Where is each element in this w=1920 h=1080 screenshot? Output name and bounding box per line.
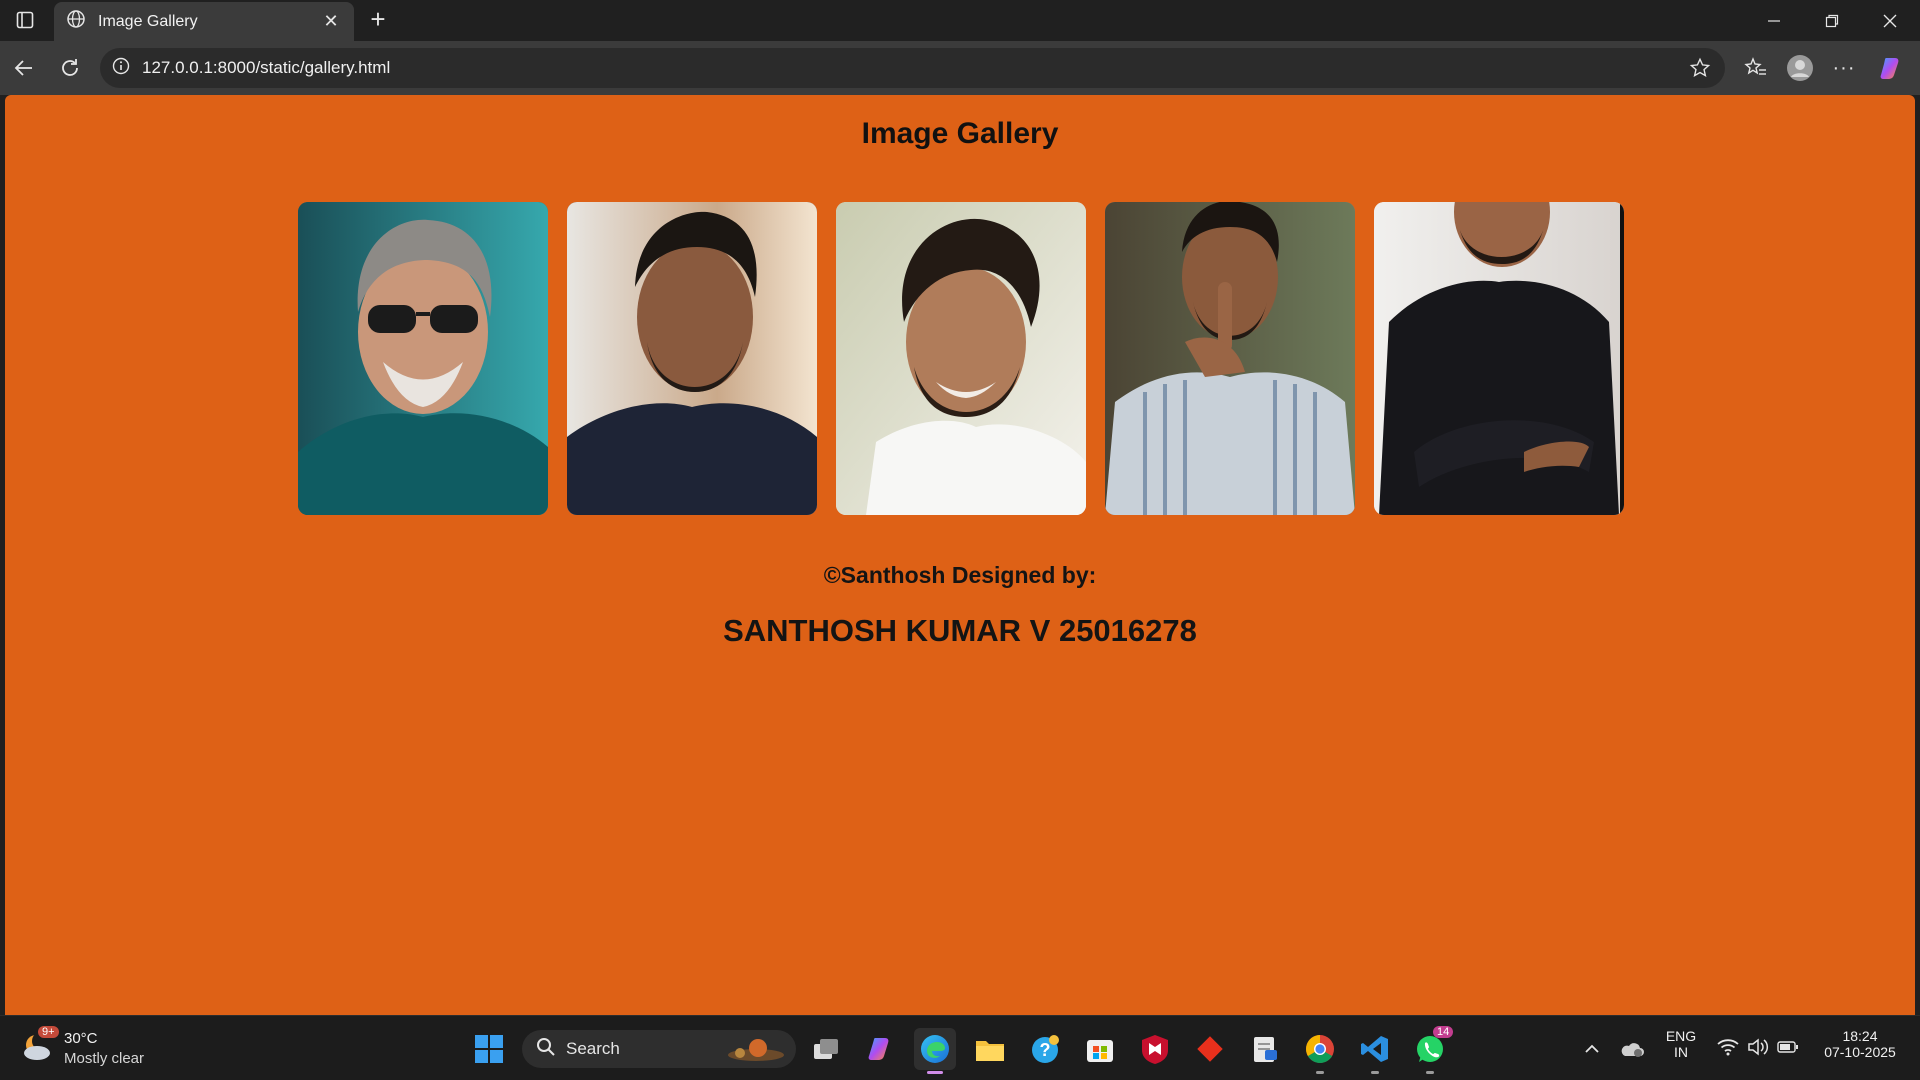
volume-icon (1747, 1037, 1769, 1061)
url-text[interactable]: 127.0.0.1:8000/static/gallery.html (142, 58, 390, 78)
running-app-indicator (1426, 1071, 1434, 1074)
whatsapp-icon[interactable]: 14 (1409, 1026, 1454, 1074)
clock-date: 07-10-2025 (1824, 1044, 1896, 1060)
gallery-image-2[interactable] (567, 202, 817, 515)
file-explorer-icon[interactable] (969, 1028, 1011, 1070)
tab-actions-icon[interactable] (12, 8, 38, 32)
windows-start-icon[interactable] (468, 1028, 510, 1070)
gallery-image-3[interactable] (836, 202, 1086, 515)
gallery-image-5[interactable] (1374, 202, 1624, 515)
git-diamond-icon[interactable] (1189, 1028, 1231, 1070)
quick-settings-tray[interactable] (1708, 1028, 1808, 1070)
image-gallery (298, 202, 1628, 516)
globe-icon (66, 9, 86, 34)
weather-badge: 9+ (38, 1026, 59, 1038)
site-info-icon[interactable] (112, 57, 130, 80)
windows-taskbar: 9+ 30°C Mostly clear Search ? 14 ENG IN … (0, 1015, 1920, 1080)
refresh-icon[interactable] (54, 52, 86, 84)
mcafee-shield-icon[interactable] (1134, 1028, 1176, 1070)
edge-browser-icon[interactable] (914, 1028, 956, 1074)
help-app-icon[interactable]: ? (1024, 1028, 1066, 1070)
back-arrow-icon[interactable] (8, 52, 40, 84)
page-title: Image Gallery (861, 117, 1059, 150)
close-window-icon[interactable] (1861, 0, 1919, 41)
minimize-icon[interactable] (1745, 0, 1803, 41)
copilot-app-icon[interactable] (860, 1028, 902, 1070)
running-app-indicator (1371, 1071, 1379, 1074)
favorite-star-icon[interactable] (1689, 57, 1711, 84)
address-bar[interactable]: 127.0.0.1:8000/static/gallery.html (100, 48, 1725, 88)
active-app-indicator (927, 1071, 943, 1074)
chrome-icon[interactable] (1299, 1028, 1341, 1074)
gallery-image-1[interactable] (298, 202, 548, 515)
favorites-list-icon[interactable] (1740, 52, 1772, 84)
new-tab-button[interactable]: + (364, 6, 392, 34)
search-icon (536, 1037, 556, 1062)
weather-temp: 30°C (64, 1030, 98, 1047)
notepad-icon[interactable] (1244, 1028, 1286, 1070)
weather-widget[interactable]: 9+ 30°C Mostly clear (22, 1026, 182, 1068)
language-indicator[interactable]: ENG IN (1658, 1028, 1704, 1060)
language-code: ENG (1665, 1028, 1697, 1044)
browser-toolbar: 127.0.0.1:8000/static/gallery.html ··· (0, 41, 1920, 95)
more-menu-icon[interactable]: ··· (1828, 52, 1860, 84)
task-view-icon[interactable] (805, 1028, 847, 1070)
whatsapp-badge: 14 (1433, 1026, 1454, 1038)
weather-condition: Mostly clear (64, 1050, 145, 1067)
tab-image-gallery[interactable]: Image Gallery ✕ (54, 2, 354, 41)
search-label: Search (566, 1039, 620, 1058)
running-app-indicator (1316, 1071, 1324, 1074)
microsoft-store-icon[interactable] (1079, 1028, 1121, 1070)
clock[interactable]: 18:24 07-10-2025 (1810, 1028, 1910, 1060)
wifi-icon (1717, 1038, 1739, 1061)
close-tab-icon[interactable]: ✕ (320, 11, 342, 32)
region-code: IN (1674, 1044, 1688, 1060)
restore-icon[interactable] (1803, 0, 1861, 41)
gallery-image-4[interactable] (1105, 202, 1355, 515)
show-hidden-icons-chevron-icon[interactable] (1572, 1028, 1612, 1070)
svg-text:?: ? (1040, 1040, 1051, 1060)
battery-icon (1777, 1040, 1799, 1059)
onedrive-cloud-icon[interactable] (1612, 1028, 1652, 1070)
page-viewport: Image Gallery ©Santhosh Designed by: SAN… (5, 95, 1915, 1015)
profile-avatar-icon[interactable] (1784, 52, 1816, 84)
tab-title: Image Gallery (98, 12, 198, 30)
taskbar-search[interactable]: Search (522, 1030, 796, 1068)
clock-time: 18:24 (1842, 1028, 1878, 1044)
tab-bar: Image Gallery ✕ + (0, 0, 1920, 41)
vscode-icon[interactable] (1354, 1028, 1396, 1074)
copilot-icon[interactable] (1876, 52, 1908, 84)
author-name: SANTHOSH KUMAR V 25016278 (723, 613, 1197, 648)
search-highlight-icon (726, 1035, 786, 1068)
credit-text: ©Santhosh Designed by: (823, 562, 1097, 588)
